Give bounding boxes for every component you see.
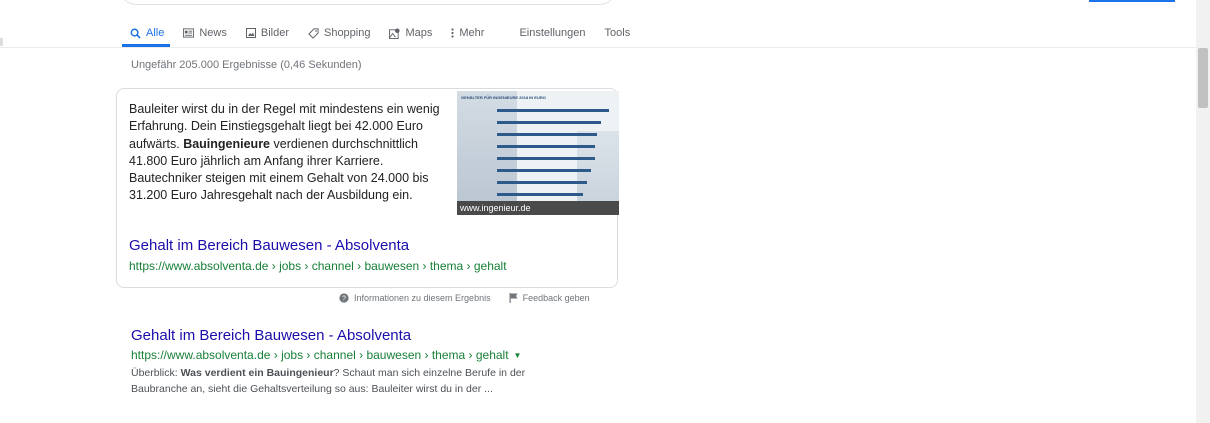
more-vert-icon [451,28,454,38]
tab-label: Alle [146,27,165,39]
tab-news[interactable]: News [183,27,227,39]
image-chart-bar [497,145,595,148]
result-url-text: https://www.absolventa.de › jobs › chann… [131,348,509,362]
result-snippet: Überblick: Was verdient ein Bauingenieur… [131,365,561,397]
tab-label: News [199,27,227,39]
tab-label: Mehr [459,27,485,39]
featured-snippet-image[interactable]: GEHÄLTER FÜR INGENIEURE 2018 IN EURO www… [457,91,619,215]
image-chart-bar [497,193,583,196]
tab-label: Tools [604,27,631,39]
tab-label: Maps [405,27,433,39]
sign-in-button-edge[interactable] [1089,0,1175,2]
feedback-link[interactable]: Feedback geben [509,293,590,303]
featured-snippet-card: Bauleiter wirst du in der Regel mit mind… [116,88,619,288]
snippet-bold-text: Was verdient ein Bauingenieur [180,367,334,379]
featured-snippet-link[interactable]: Gehalt im Bereich Bauwesen - Absolventa [129,237,409,254]
tab-label: Einstellungen [519,27,586,39]
search-box[interactable] [118,0,618,5]
result-stats: Ungefähr 205.000 Ergebnisse (0,46 Sekund… [131,59,362,71]
image-chart-bar [497,121,601,124]
help-icon: ? [339,293,349,303]
image-chart-bar [497,109,609,112]
result-url: https://www.absolventa.de › jobs › chann… [131,348,611,362]
tag-icon [308,27,319,39]
news-icon [183,28,195,38]
image-chart-bar [497,169,591,172]
search-tabs: Alle News Bilder Shopping Maps Mehr Eins… [130,22,649,44]
image-icon [245,28,256,38]
feedback-label: Feedback geben [522,293,590,303]
image-source-label: www.ingenieur.de [460,203,531,213]
svg-text:?: ? [342,296,346,303]
snippet-prefix: Überblick: [131,367,181,379]
feedback-flag-icon [509,293,518,303]
image-chart-bar [497,157,595,160]
image-chart-bar [497,133,597,136]
search-result: Gehalt im Bereich Bauwesen - Absolventa … [131,327,611,397]
snippet-bold-text: Bauingenieure [183,136,271,151]
info-about-result-link[interactable]: ? Informationen zu diesem Ergebnis [339,293,491,303]
search-icon [130,28,141,39]
tab-alle[interactable]: Alle [130,27,164,39]
tab-label: Bilder [260,27,289,39]
result-title-link[interactable]: Gehalt im Bereich Bauwesen - Absolventa [131,327,611,344]
left-edge-marker [0,38,3,46]
tab-bilder[interactable]: Bilder [245,27,289,39]
tab-label: Shopping [323,27,371,39]
tab-mehr[interactable]: Mehr [451,27,484,39]
map-icon [389,27,401,39]
tab-maps[interactable]: Maps [389,27,432,39]
featured-snippet-url: https://www.absolventa.de › jobs › chann… [129,259,507,273]
image-chart-bar [497,181,587,184]
dropdown-arrow-icon[interactable]: ▼ [514,351,522,360]
tab-tools[interactable]: Tools [605,27,631,39]
snippet-feedback-row: ? Informationen zu diesem Ergebnis Feedb… [339,293,590,303]
info-about-result-label: Informationen zu diesem Ergebnis [354,293,491,303]
image-chart-title: GEHÄLTER FÜR INGENIEURE 2018 IN EURO [461,95,546,100]
tab-shopping[interactable]: Shopping [308,27,371,39]
tab-einstellungen[interactable]: Einstellungen [519,27,585,39]
featured-snippet-text: Bauleiter wirst du in der Regel mit mind… [129,101,441,205]
scrollbar-thumb[interactable] [1198,48,1208,108]
tabs-divider [0,47,1196,48]
